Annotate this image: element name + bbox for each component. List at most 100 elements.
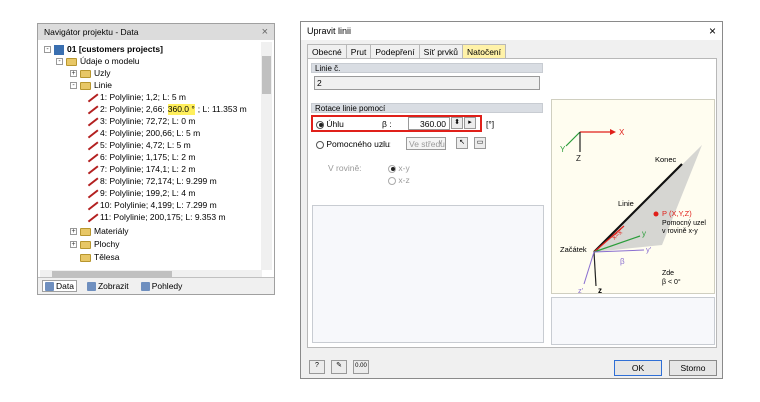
label-helper-1: Pomocný uzel xyxy=(662,220,706,227)
new-node-icon[interactable]: ▭ xyxy=(474,137,486,149)
tab-data[interactable]: Data xyxy=(42,280,77,292)
tree-model-data[interactable]: - Údaje o modelu xyxy=(56,56,140,67)
tree-line-item[interactable]: 11: Polylinie; 200,175; L: 9.353 m xyxy=(86,212,226,223)
expand-icon[interactable]: + xyxy=(70,241,77,248)
label-y-local: y xyxy=(642,229,646,238)
dialog-close-icon[interactable]: × xyxy=(709,24,716,38)
label-here: Zde xyxy=(662,270,674,277)
navigator-close-icon[interactable]: × xyxy=(262,26,268,38)
arrow-right-icon[interactable]: ▸ xyxy=(464,117,476,129)
tree-lines[interactable]: - Linie xyxy=(70,80,112,91)
edit-line-dialog: Upravit linii × Obecné Prut Podepření Sí… xyxy=(300,21,723,379)
tree-line-item[interactable]: 8: Polylinie; 72,174; L: 9.299 m xyxy=(86,176,217,187)
folder-icon xyxy=(80,227,91,236)
collapse-icon[interactable]: - xyxy=(56,58,63,65)
in-plane-label: V rovině: xyxy=(328,163,362,173)
label-y-prime: y' xyxy=(646,245,652,254)
folder-icon xyxy=(80,81,91,90)
line-no-header: Linie č. xyxy=(311,63,543,73)
tree-line-item[interactable]: 9: Polylinie; 199,2; L: 4 m xyxy=(86,188,195,199)
line-icon xyxy=(86,141,97,150)
tree-materials[interactable]: + Materiály xyxy=(70,226,128,237)
views-icon xyxy=(140,281,150,291)
plane-xy-radio[interactable]: x-y xyxy=(388,163,410,173)
navigator-title: Navigátor projektu - Data xyxy=(44,27,139,37)
beta-unit: [°] xyxy=(486,119,495,129)
radio-icon xyxy=(388,176,396,185)
z-prime-axis xyxy=(583,251,595,285)
tab-support[interactable]: Podepření xyxy=(370,44,420,59)
chevron-down-icon[interactable]: ∨ xyxy=(438,138,443,146)
spinner-icon[interactable]: ⬍ xyxy=(451,117,463,129)
tab-general[interactable]: Obecné xyxy=(307,44,347,59)
data-icon xyxy=(45,281,54,291)
ok-button[interactable]: OK xyxy=(614,360,662,376)
empty-panel xyxy=(312,205,544,343)
line-icon xyxy=(86,201,97,210)
plane-xz-radio[interactable]: x-z xyxy=(388,175,410,185)
folder-icon xyxy=(80,69,91,78)
line-icon xyxy=(86,177,97,186)
rotation-figure: X Y Z Konec Linie Začátek P (X,Y,Z) Pomo… xyxy=(551,99,715,295)
scroll-thumb[interactable] xyxy=(262,56,271,94)
collapse-icon[interactable]: - xyxy=(44,46,51,53)
edit-icon[interactable]: ✎ xyxy=(331,360,347,374)
tab-member[interactable]: Prut xyxy=(345,44,372,59)
radio-icon xyxy=(316,120,324,129)
tree-line-item[interactable]: 5: Polylinie; 4,72; L: 5 m xyxy=(86,140,191,151)
tab-mesh[interactable]: Síť prvků xyxy=(418,44,463,59)
label-Y: Y xyxy=(560,145,566,154)
navigator-titlebar: Navigátor projektu - Data × xyxy=(38,24,274,40)
expand-icon[interactable]: + xyxy=(70,228,77,235)
label-line: Linie xyxy=(618,199,634,208)
label-z-local: z xyxy=(598,286,602,295)
tree-line-item[interactable]: 6: Polylinie; 1,175; L: 2 m xyxy=(86,152,195,163)
help-icon[interactable]: ? xyxy=(309,360,325,374)
tree-nodes[interactable]: + Uzly xyxy=(70,68,111,79)
tree-line-item[interactable]: 10: Polylinie; 4,199; L: 7.299 m xyxy=(86,200,217,211)
tree-line-item-selected[interactable]: 2: Polylinie; 2,66; 360.0 °; L: 11.353 m xyxy=(86,104,247,115)
units-icon[interactable]: 0.00 xyxy=(353,360,369,374)
project-icon xyxy=(54,44,64,55)
helper-node-radio[interactable]: Pomocného uzlu xyxy=(316,139,390,149)
dialog-title: Upravit linii xyxy=(307,26,352,36)
z-axis-local xyxy=(593,251,597,287)
navigator-tabs: Data Zobrazit Pohledy xyxy=(38,277,274,294)
rotation-highlight: 360.0 ° xyxy=(167,104,195,115)
cancel-button[interactable]: Storno xyxy=(669,360,717,376)
x-axis-arrow xyxy=(610,129,616,135)
folder-icon xyxy=(66,57,77,66)
tree-line-item[interactable]: 4: Polylinie; 200,66; L: 5 m xyxy=(86,128,200,139)
line-icon xyxy=(86,105,97,114)
label-z-prime: z' xyxy=(578,286,584,295)
beta-input[interactable]: 360.00 xyxy=(408,117,450,130)
rotation-diagram: X Y Z Konec Linie Začátek P (X,Y,Z) Pomo… xyxy=(560,128,706,295)
tree-surfaces[interactable]: + Plochy xyxy=(70,239,120,250)
tree-line-item[interactable]: 7: Polylinie; 174,1; L: 2 m xyxy=(86,164,195,175)
tab-views[interactable]: Pohledy xyxy=(139,281,185,291)
label-X: X xyxy=(619,128,625,137)
vertical-scrollbar[interactable] xyxy=(261,42,272,270)
dialog-tabs: Obecné Prut Podepření Síť prvků Natočení xyxy=(307,44,507,59)
tree-project[interactable]: - 01 [customers projects] xyxy=(44,44,163,55)
tree-line-item[interactable]: 1: Polylinie; 1,2; L: 5 m xyxy=(86,92,186,103)
line-icon xyxy=(86,189,97,198)
tab-rotation[interactable]: Natočení xyxy=(461,44,507,59)
line-icon xyxy=(86,93,97,102)
rotation-method-header: Rotace linie pomocí xyxy=(311,103,543,113)
pick-node-icon[interactable]: ↖ xyxy=(456,137,468,149)
project-tree: - 01 [customers projects] - Údaje o mode… xyxy=(40,42,260,268)
angle-radio[interactable]: Úhlu xyxy=(316,119,344,129)
tree-solids[interactable]: Tělesa xyxy=(80,252,120,263)
folder-icon xyxy=(80,253,91,262)
beta-label: β : xyxy=(382,119,392,129)
collapse-icon[interactable]: - xyxy=(70,82,77,89)
tree-line-item[interactable]: 3: Polylinie; 72,72; L: 0 m xyxy=(86,116,195,127)
line-icon xyxy=(86,129,97,138)
expand-icon[interactable]: + xyxy=(70,70,77,77)
dialog-titlebar: Upravit linii × xyxy=(301,22,722,40)
label-end: Konec xyxy=(655,155,677,164)
radio-icon xyxy=(316,140,324,149)
tab-display[interactable]: Zobrazit xyxy=(85,281,131,291)
line-no-field: 2 xyxy=(314,76,540,90)
